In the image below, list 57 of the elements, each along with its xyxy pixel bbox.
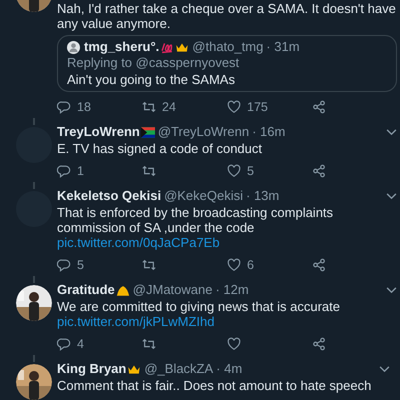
user-name[interactable]: King Bryan (57, 361, 126, 377)
share-icon (312, 336, 326, 350)
quoted-tweet[interactable]: tmg_sheru°. @thato_tmg · 31m Replying to @casspernyovest Ain't you going to the SAMAs (57, 35, 397, 92)
share-icon (312, 100, 326, 114)
timestamp: · 13m (246, 188, 280, 204)
timestamp: · 31m (266, 39, 300, 55)
user-handle[interactable]: @JMatowane (132, 282, 212, 298)
user-name[interactable]: Gratitude (57, 282, 115, 298)
retweet-icon (142, 336, 156, 350)
heart-icon (227, 258, 241, 272)
retweet-icon (142, 258, 156, 272)
user-handle[interactable]: @KekeQekisi (164, 188, 244, 204)
reply-icon (57, 100, 71, 114)
heart-icon (227, 336, 241, 350)
timestamp: · 16m (252, 124, 286, 140)
share-icon (312, 164, 326, 178)
flag-icon (140, 126, 155, 138)
chevron-down-icon[interactable] (386, 286, 397, 294)
reply-icon (57, 258, 71, 272)
timestamp: · 12m (215, 282, 249, 298)
retweet-icon (142, 164, 156, 178)
user-name[interactable]: Kekeletso Qekisi (57, 188, 162, 204)
user-handle[interactable]: @_BlackZA (144, 361, 214, 377)
reply-button[interactable]: 4 (57, 336, 142, 351)
reply-button[interactable]: 18 (57, 99, 142, 114)
tweet-text: We are committed to giving news that is accurate pic.twitter.com/jkPLwMZIhd (57, 299, 341, 329)
hands-icon (116, 284, 130, 296)
reply-icon (57, 336, 71, 350)
timestamp: · 4m (216, 361, 242, 377)
retweet-button[interactable]: 24 (142, 99, 227, 114)
reply-button[interactable]: 1 (57, 163, 142, 178)
replying-to-text: Replying to @casspernyovest (67, 55, 240, 71)
heart-icon (227, 100, 241, 114)
user-handle[interactable]: @TreyLoWrenn (158, 124, 250, 140)
user-name[interactable]: TreyLoWrenn (57, 124, 140, 140)
like-button[interactable]: 5 (227, 163, 312, 178)
hundred-points-icon (160, 40, 174, 54)
chevron-down-icon[interactable] (386, 128, 397, 136)
tweet-text: Comment that is fair.. Does not amount to hate speech (57, 378, 372, 393)
like-button[interactable]: 6 (227, 257, 312, 272)
quoted-text: Ain't you going to the SAMAs (67, 72, 236, 87)
avatar-icon (67, 40, 80, 54)
like-button[interactable]: 175 (227, 99, 312, 114)
tweet-text: E. TV has signed a code of conduct (57, 141, 264, 156)
reply-button[interactable]: 5 (57, 257, 142, 272)
link[interactable]: pic.twitter.com/0qJaCPa7Eb (57, 235, 220, 250)
user-handle: @thato_tmg (192, 39, 264, 55)
user-name: tmg_sheru°. (84, 39, 160, 55)
share-icon (312, 258, 326, 272)
chevron-down-icon[interactable] (386, 192, 397, 200)
link[interactable]: pic.twitter.com/jkPLwMZIhd (57, 314, 214, 329)
chevron-down-icon[interactable] (379, 366, 390, 372)
tweet-text: That is enforced by the broadcasting complaints commission of SA ,under the code pic.twitter.com/0qJaCPa7Eb (57, 205, 334, 250)
tweet-text: Nah, I'd rather take a cheque over a SAMA. It doesn't have any value anymore. (57, 1, 397, 31)
reply-icon (57, 164, 71, 178)
retweet-icon (142, 100, 156, 114)
heart-icon (227, 164, 241, 178)
